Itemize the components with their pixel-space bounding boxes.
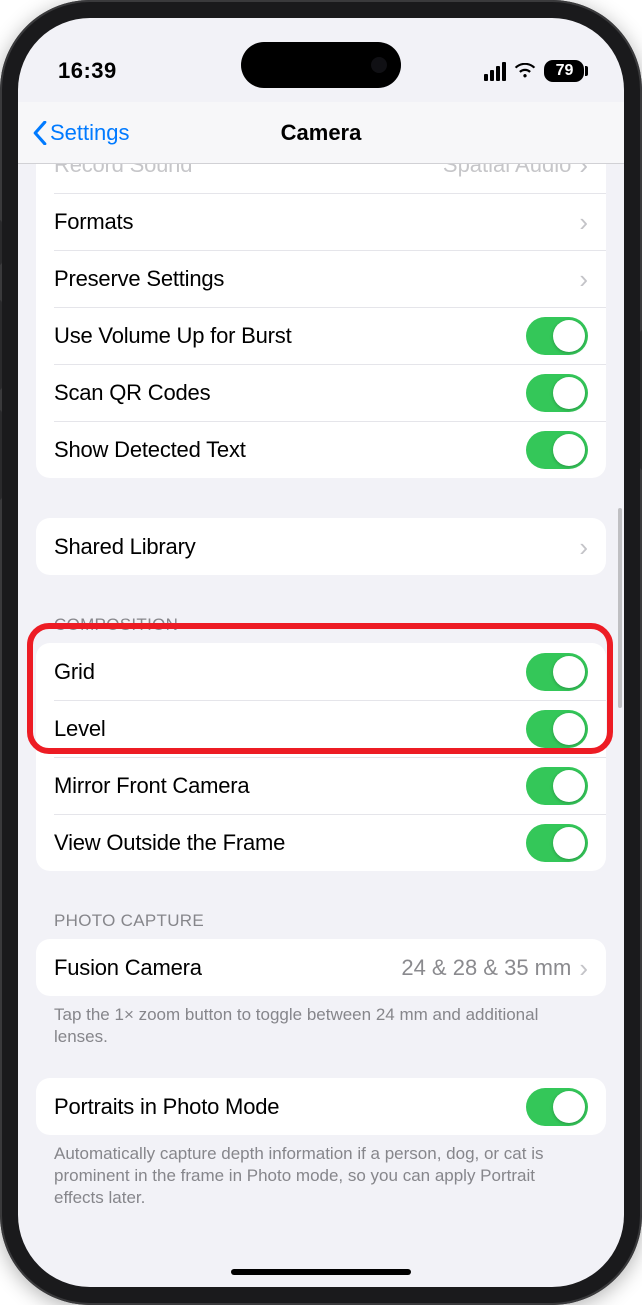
mirror-toggle[interactable] [526,767,588,805]
level-label: Level [54,716,526,742]
record-sound-label: Record Sound [54,164,443,178]
status-time: 16:39 [58,58,117,84]
cellular-signal-icon [484,62,506,81]
detected-text-label: Show Detected Text [54,437,526,463]
volume-burst-label: Use Volume Up for Burst [54,323,526,349]
chevron-right-icon: › [579,209,588,235]
wifi-icon [514,63,536,79]
dynamic-island [241,42,401,88]
grid-toggle[interactable] [526,653,588,691]
row-level: Level [36,700,606,757]
detected-text-toggle[interactable] [526,431,588,469]
row-fusion-camera[interactable]: Fusion Camera 24 & 28 & 35 mm › [36,939,606,996]
chevron-right-icon: › [579,164,588,178]
iphone-frame: 16:39 79 Settings Camera [0,0,642,1305]
row-portraits-photo-mode: Portraits in Photo Mode [36,1078,606,1135]
back-label: Settings [50,120,130,146]
outside-label: View Outside the Frame [54,830,526,856]
row-formats[interactable]: Formats › [36,193,606,250]
row-preserve-settings[interactable]: Preserve Settings › [36,250,606,307]
photo-capture-header: Photo Capture [36,911,606,939]
portraits-label: Portraits in Photo Mode [54,1094,526,1120]
volume-down-button [0,410,2,500]
row-shared-library[interactable]: Shared Library › [36,518,606,575]
volume-burst-toggle[interactable] [526,317,588,355]
preserve-label: Preserve Settings [54,266,579,292]
row-outside-frame: View Outside the Frame [36,814,606,871]
mirror-label: Mirror Front Camera [54,773,526,799]
row-volume-burst: Use Volume Up for Burst [36,307,606,364]
front-camera-icon [371,57,387,73]
mute-switch [0,220,2,265]
portraits-toggle[interactable] [526,1088,588,1126]
content-scroll[interactable]: Record Sound Spatial Audio › Formats › P… [18,164,624,1287]
fusion-value: 24 & 28 & 35 mm [401,955,571,981]
qr-toggle[interactable] [526,374,588,412]
row-scan-qr: Scan QR Codes [36,364,606,421]
back-button[interactable]: Settings [32,120,130,146]
battery-icon: 79 [544,60,584,82]
record-sound-value: Spatial Audio [443,164,571,178]
page-title: Camera [281,120,362,146]
qr-label: Scan QR Codes [54,380,526,406]
portraits-footer: Automatically capture depth information … [36,1135,606,1209]
chevron-right-icon: › [579,534,588,560]
row-detected-text: Show Detected Text [36,421,606,478]
row-record-sound[interactable]: Record Sound Spatial Audio › [36,164,606,193]
formats-label: Formats [54,209,579,235]
screen: 16:39 79 Settings Camera [18,18,624,1287]
fusion-label: Fusion Camera [54,955,401,981]
level-toggle[interactable] [526,710,588,748]
row-mirror-front: Mirror Front Camera [36,757,606,814]
shared-library-label: Shared Library [54,534,579,560]
outside-toggle[interactable] [526,824,588,862]
chevron-right-icon: › [579,266,588,292]
row-grid: Grid [36,643,606,700]
volume-up-button [0,300,2,390]
chevron-left-icon [32,121,48,145]
fusion-footer: Tap the 1× zoom button to toggle between… [36,996,606,1048]
home-indicator[interactable] [231,1269,411,1275]
battery-level: 79 [556,62,574,80]
chevron-right-icon: › [579,955,588,981]
grid-label: Grid [54,659,526,685]
composition-header: Composition [36,615,606,643]
nav-bar: Settings Camera [18,102,624,164]
